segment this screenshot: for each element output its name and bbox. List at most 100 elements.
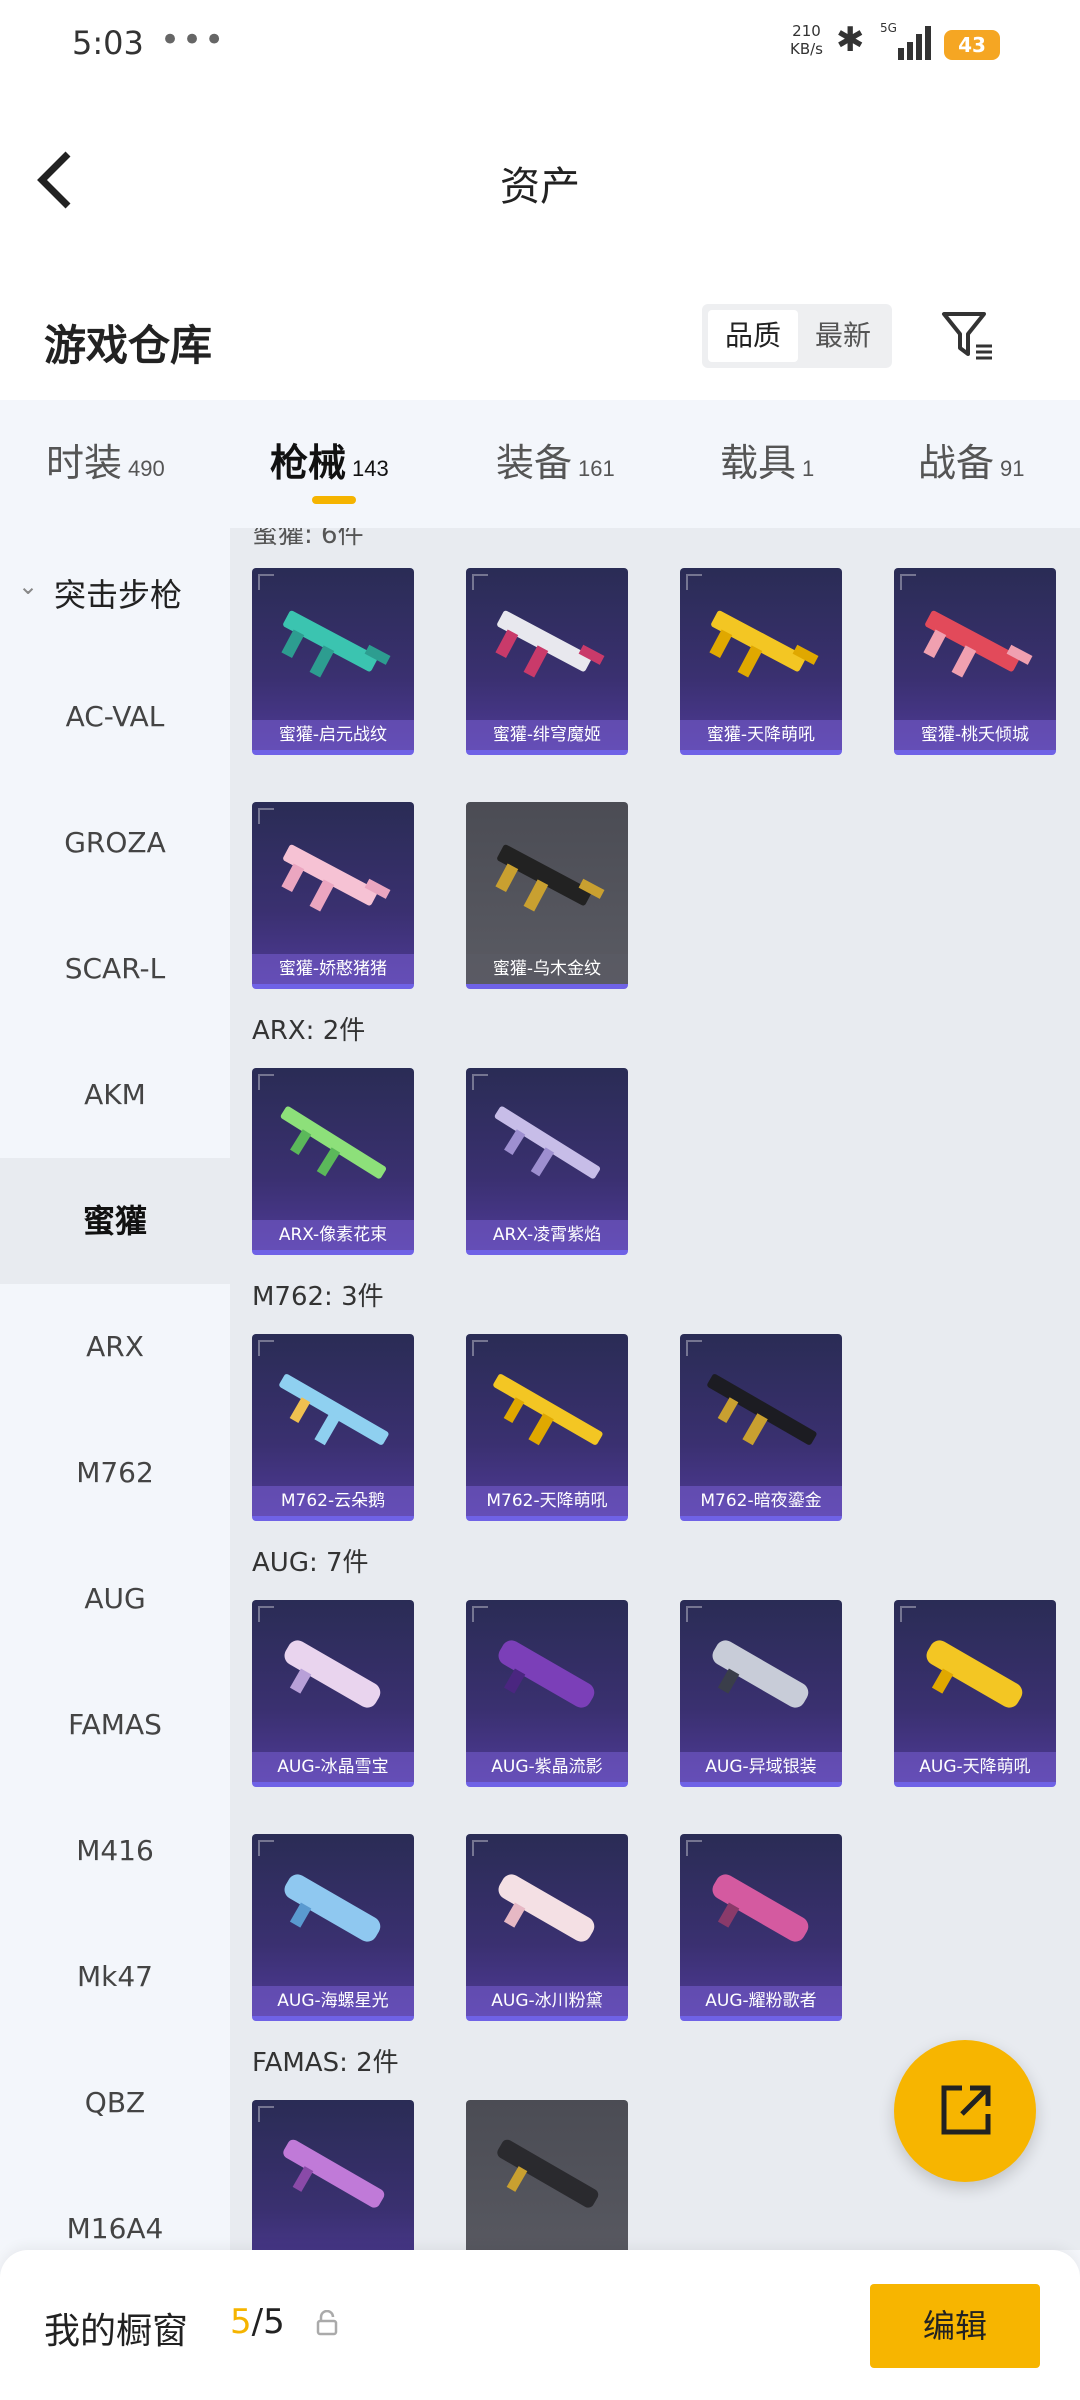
sort-quality-button[interactable]: 品质	[708, 310, 798, 362]
card-sparkle	[686, 1340, 702, 1356]
sidebar-item-arx[interactable]: ARX	[0, 1284, 230, 1410]
weapon-grid: 蜜獾: 6件 蜜獾-启元战纹 蜜獾-绯穹魔姬 蜜獾-天降萌吼 蜜獾-桃夭倾城 蜜…	[230, 528, 1080, 2250]
card-sparkle	[258, 1606, 274, 1622]
card-sparkle	[258, 808, 274, 824]
status-notification-dots: •••	[160, 20, 227, 60]
weapon-card[interactable]: AUG-天降萌吼	[894, 1600, 1056, 1787]
showcase-label: 我的橱窗	[44, 2311, 189, 2352]
sidebar-item-groza[interactable]: GROZA	[0, 780, 230, 906]
section-label-honey-badger: 蜜獾: 6件	[252, 528, 364, 550]
tab-supplies[interactable]: 战备 91	[918, 432, 1025, 487]
weapon-card[interactable]: AUG-紫晶流影	[466, 1600, 628, 1787]
network-type: 5G	[880, 21, 897, 35]
sidebar-item-aug[interactable]: AUG	[0, 1536, 230, 1662]
card-caption: AUG-紫晶流影	[466, 1752, 628, 1782]
card-caption: 蜜獾-绯穹魔姬	[466, 720, 628, 750]
weapon-card[interactable]: AUG-耀粉歌者	[680, 1834, 842, 2021]
tab-fashion[interactable]: 时装 490	[46, 432, 165, 487]
tab-equipment[interactable]: 装备 161	[496, 432, 615, 487]
gun-image	[283, 2139, 385, 2208]
tab-vehicles[interactable]: 载具 1	[720, 432, 814, 487]
sidebar-item-famas[interactable]: FAMAS	[0, 1662, 230, 1788]
weapon-card[interactable]: 蜜獾-娇憨猪猪	[252, 802, 414, 989]
weapon-card[interactable]	[466, 2100, 628, 2250]
weapon-card[interactable]	[252, 2100, 414, 2250]
weapon-card[interactable]: ARX-像素花束	[252, 1068, 414, 1255]
card-sparkle	[686, 1606, 702, 1622]
card-caption: 蜜獾-娇憨猪猪	[252, 954, 414, 984]
weapon-card[interactable]: AUG-海螺星光	[252, 1834, 414, 2021]
page-title: 资产	[500, 164, 580, 210]
weapon-card[interactable]: M762-天降萌吼	[466, 1334, 628, 1521]
sidebar-item-ac-val[interactable]: AC-VAL	[0, 654, 230, 780]
card-caption: AUG-耀粉歌者	[680, 1986, 842, 2016]
weapon-card[interactable]: M762-暗夜鎏金	[680, 1334, 842, 1521]
sidebar-item-akm[interactable]: AKM	[0, 1032, 230, 1158]
share-external-icon	[941, 2085, 991, 2135]
sidebar-item-m16a4[interactable]: M16A4	[0, 2166, 230, 2250]
signal-icon: 5G	[880, 21, 931, 60]
gun-image	[284, 1874, 381, 1942]
tab-firearms[interactable]: 枪械 143	[270, 432, 389, 487]
card-sparkle	[258, 1840, 274, 1856]
weapon-card[interactable]: M762-云朵鹅	[252, 1334, 414, 1521]
card-caption: 蜜獾-启元战纹	[252, 720, 414, 750]
sidebar-item-m416[interactable]: M416	[0, 1788, 230, 1914]
weapon-card[interactable]: 蜜獾-乌木金纹	[466, 802, 628, 989]
sidebar-item-honey-badger[interactable]: 蜜獾	[0, 1158, 230, 1284]
card-caption: ARX-凌霄紫焰	[466, 1220, 628, 1250]
weapon-card[interactable]: 蜜獾-桃夭倾城	[894, 568, 1056, 755]
network-rate: 210 KB/s	[790, 22, 823, 58]
weapon-card[interactable]: 蜜獾-天降萌吼	[680, 568, 842, 755]
gun-image	[498, 1874, 595, 1942]
card-sparkle	[472, 574, 488, 590]
sidebar-item-m762[interactable]: M762	[0, 1410, 230, 1536]
sidebar-category-assault-rifle[interactable]: ⌄ 突击步枪	[0, 528, 230, 654]
card-sparkle	[258, 1340, 274, 1356]
weapon-card[interactable]: 蜜獾-启元战纹	[252, 568, 414, 755]
card-sparkle	[472, 1840, 488, 1856]
sidebar-item-mk47[interactable]: Mk47	[0, 1914, 230, 2040]
card-caption: AUG-天降萌吼	[894, 1752, 1056, 1782]
gun-image	[493, 1374, 603, 1446]
sort-toggle: 品质 最新	[702, 304, 892, 368]
edit-button[interactable]: 编辑	[870, 2284, 1040, 2368]
battery-indicator: 43	[944, 30, 1000, 60]
card-sparkle	[258, 2106, 274, 2122]
weapon-card[interactable]: AUG-冰川粉黛	[466, 1834, 628, 2021]
filter-icon[interactable]	[940, 308, 996, 364]
section-label-famas: FAMAS: 2件	[252, 2048, 399, 2078]
gun-image	[280, 1106, 387, 1179]
card-caption: AUG-海螺星光	[252, 1986, 414, 2016]
weapon-card[interactable]: AUG-冰晶雪宝	[252, 1600, 414, 1787]
gun-image	[926, 1640, 1023, 1708]
card-sparkle	[258, 1074, 274, 1090]
card-caption: M762-云朵鹅	[252, 1486, 414, 1516]
card-sparkle	[472, 1606, 488, 1622]
card-caption: 蜜獾-乌木金纹	[466, 954, 628, 984]
sidebar-item-scar-l[interactable]: SCAR-L	[0, 906, 230, 1032]
weapon-card[interactable]: ARX-凌霄紫焰	[466, 1068, 628, 1255]
sort-newest-button[interactable]: 最新	[798, 310, 888, 362]
tab-label: 载具	[720, 441, 797, 485]
gun-image	[709, 610, 819, 678]
gun-image	[494, 1106, 601, 1179]
tab-count: 490	[128, 456, 165, 481]
weapon-card[interactable]: 蜜獾-绯穹魔姬	[466, 568, 628, 755]
gun-image	[495, 844, 605, 912]
tab-count: 91	[1000, 456, 1025, 481]
lock-icon[interactable]	[316, 2310, 338, 2336]
weapon-card[interactable]: AUG-异域银装	[680, 1600, 842, 1787]
card-caption: M762-天降萌吼	[466, 1486, 628, 1516]
gun-image	[495, 610, 605, 678]
bluetooth-icon: ✱	[836, 20, 865, 60]
card-sparkle	[258, 574, 274, 590]
status-time: 5:03	[72, 24, 144, 62]
card-sparkle	[900, 574, 916, 590]
gun-image	[712, 1640, 809, 1708]
share-fab-button[interactable]	[894, 2040, 1036, 2182]
card-caption: AUG-冰川粉黛	[466, 1986, 628, 2016]
tab-count: 143	[352, 456, 389, 481]
gun-image	[498, 1640, 595, 1708]
sidebar-item-qbz[interactable]: QBZ	[0, 2040, 230, 2166]
